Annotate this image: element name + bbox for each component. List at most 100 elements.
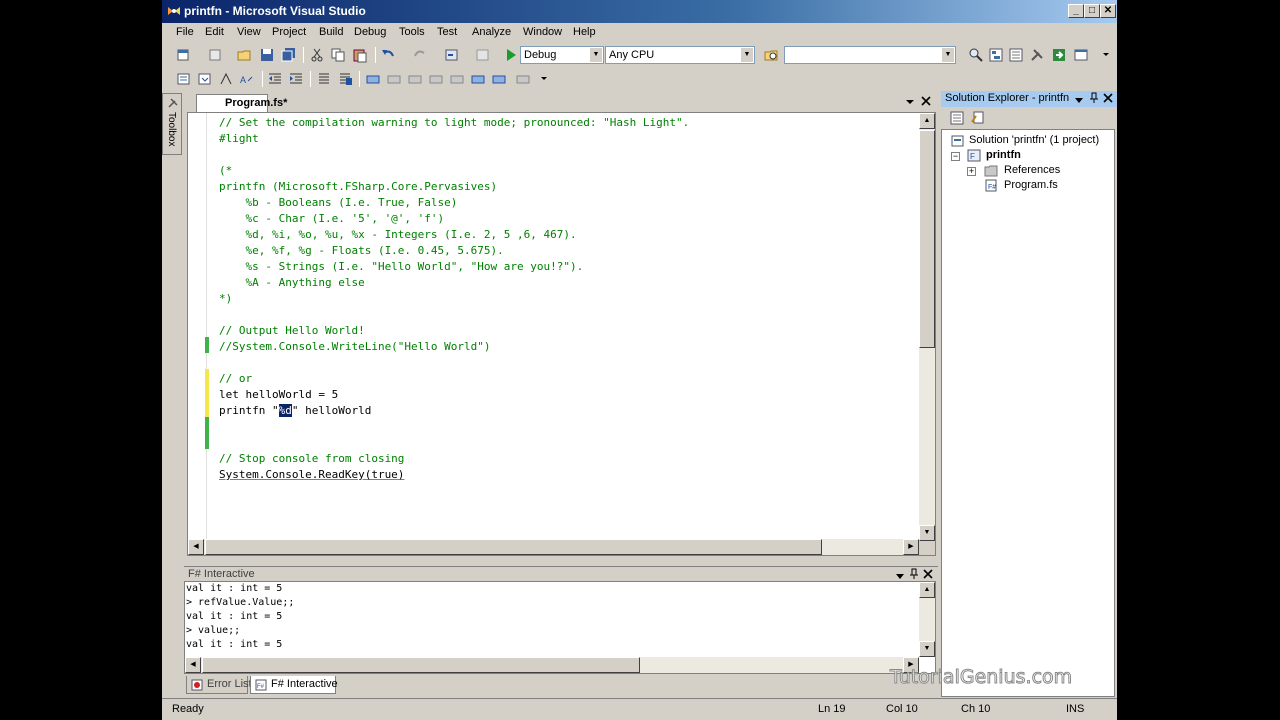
menu-file[interactable]: File [176, 26, 194, 38]
scroll-right-icon[interactable]: ▶ [903, 539, 919, 555]
fsi-horizontal-scroll-thumb[interactable] [202, 657, 640, 673]
previous-bookmark-in-document-icon[interactable] [470, 71, 486, 87]
next-bookmark-in-document-icon[interactable] [491, 71, 507, 87]
tree-item-references[interactable]: References [1004, 164, 1060, 176]
open-file-icon[interactable] [237, 47, 253, 63]
menu-analyze[interactable]: Analyze [472, 26, 511, 38]
scroll-up-icon[interactable]: ▲ [919, 582, 935, 598]
fsi-output-line: val it : int = 5 [186, 583, 283, 594]
parameter-info-icon[interactable] [197, 71, 213, 87]
add-item-icon[interactable] [207, 47, 223, 63]
next-bookmark-in-folder-icon[interactable] [449, 71, 465, 87]
find-in-files-icon[interactable] [764, 47, 780, 63]
previous-bookmark-icon[interactable] [386, 71, 402, 87]
fsi-vertical-scrollbar[interactable]: ▲ ▼ [919, 582, 935, 657]
code-editor[interactable]: // Set the compilation warning to light … [187, 112, 936, 556]
solution-configuration-select[interactable]: Debug ▼ [520, 46, 604, 64]
menu-build[interactable]: Build [319, 26, 343, 38]
code-token: *) [219, 292, 233, 305]
increase-indent-icon[interactable] [288, 71, 304, 87]
horizontal-scroll-thumb[interactable] [205, 539, 822, 555]
save-all-icon[interactable] [281, 47, 297, 63]
undo-icon[interactable] [380, 47, 396, 63]
menu-view[interactable]: View [237, 26, 261, 38]
close-button[interactable]: ✕ [1100, 4, 1116, 18]
tab-program-fs[interactable]: Program.fs* [196, 94, 287, 112]
command-window-icon[interactable] [1073, 47, 1089, 63]
toolbar-options-icon[interactable] [1098, 47, 1109, 63]
menu-window[interactable]: Window [523, 26, 562, 38]
solution-icon [951, 134, 965, 147]
cut-icon[interactable] [309, 47, 325, 63]
expand-icon[interactable]: + [967, 167, 976, 176]
menu-help[interactable]: Help [573, 26, 596, 38]
toolbox-icon[interactable] [1029, 47, 1045, 63]
clear-bookmarks-icon[interactable] [515, 71, 531, 87]
auto-hide-pin-icon[interactable] [1089, 92, 1099, 104]
scroll-left-icon[interactable]: ◀ [188, 539, 204, 555]
maximize-button[interactable]: □ [1084, 4, 1100, 18]
copy-icon[interactable] [330, 47, 346, 63]
vertical-scrollbar[interactable]: ▲ ▼ [919, 113, 935, 541]
redo-icon[interactable] [412, 47, 428, 63]
fsi-output[interactable]: val it : int = 5 > refValue.Value;; val it… [184, 581, 936, 674]
minimize-button[interactable]: _ [1068, 4, 1084, 18]
complete-word-icon[interactable]: A [239, 71, 255, 87]
find-symbol-icon[interactable] [968, 47, 984, 63]
next-bookmark-icon[interactable] [407, 71, 423, 87]
comment-selection-icon[interactable] [316, 71, 332, 87]
uncomment-selection-icon[interactable] [337, 71, 353, 87]
solution-platform-select[interactable]: Any CPU ▼ [605, 46, 755, 64]
find-combo[interactable]: ▼ [784, 46, 956, 64]
tab-fsharp-interactive[interactable]: F# F# Interactive [250, 676, 338, 694]
horizontal-scrollbar[interactable]: ◀ ▶ [188, 539, 919, 555]
title-bar[interactable]: printfn - Microsoft Visual Studio _ □ ✕ [162, 0, 1117, 23]
active-files-dropdown-icon[interactable] [905, 97, 915, 107]
window-position-icon[interactable] [1075, 95, 1083, 103]
quick-info-icon[interactable] [218, 71, 234, 87]
new-project-icon[interactable] [176, 47, 192, 63]
menu-project[interactable]: Project [272, 26, 306, 38]
vertical-scroll-thumb[interactable] [919, 130, 935, 348]
svg-text:A: A [240, 75, 246, 85]
menu-tools[interactable]: Tools [399, 26, 425, 38]
scroll-up-icon[interactable]: ▲ [919, 113, 935, 129]
tree-item-project[interactable]: printfn [986, 149, 1021, 161]
tab-error-list[interactable]: Error List [186, 676, 252, 694]
status-insert-mode: INS [1066, 703, 1085, 715]
tree-item-solution[interactable]: Solution 'printfn' (1 project) [969, 134, 1099, 146]
tree-item-program-fs[interactable]: Program.fs [1004, 179, 1058, 191]
fsi-horizontal-scrollbar[interactable]: ◀ ▶ [185, 657, 919, 673]
navigate-backward-icon[interactable] [444, 47, 460, 63]
fsi-title-bar[interactable]: F# Interactive [184, 566, 938, 581]
paste-icon[interactable] [352, 47, 368, 63]
start-debugging-icon[interactable] [503, 47, 519, 63]
menu-edit[interactable]: Edit [205, 26, 224, 38]
previous-bookmark-in-folder-icon[interactable] [428, 71, 444, 87]
start-page-icon[interactable] [1051, 47, 1067, 63]
close-document-icon[interactable] [921, 96, 931, 106]
window-position-icon[interactable] [896, 571, 904, 579]
display-object-member-list-icon[interactable] [176, 71, 192, 87]
solution-explorer-title-bar[interactable]: Solution Explorer - printfn [941, 91, 1117, 107]
auto-hide-pin-icon[interactable] [909, 568, 919, 580]
save-icon[interactable] [259, 47, 275, 63]
scroll-left-icon[interactable]: ◀ [185, 657, 201, 673]
toolbar-options-icon[interactable] [536, 71, 547, 87]
show-all-files-icon[interactable] [970, 110, 986, 126]
menu-test[interactable]: Test [437, 26, 457, 38]
navigate-forward-icon[interactable] [475, 47, 491, 63]
menu-debug[interactable]: Debug [354, 26, 386, 38]
scroll-down-icon[interactable]: ▼ [919, 641, 935, 657]
decrease-indent-icon[interactable] [267, 71, 283, 87]
toggle-bookmark-icon[interactable] [365, 71, 381, 87]
properties-window-icon[interactable] [1008, 47, 1024, 63]
close-panel-icon[interactable] [923, 569, 933, 579]
toolbox-tab[interactable]: Toolbox [162, 93, 182, 155]
scroll-down-icon[interactable]: ▼ [919, 525, 935, 541]
close-panel-icon[interactable] [1103, 93, 1113, 103]
solution-explorer-icon[interactable] [988, 47, 1004, 63]
properties-icon[interactable] [949, 110, 965, 126]
toolbox-label: Toolbox [166, 112, 177, 147]
collapse-icon[interactable]: − [951, 152, 960, 161]
